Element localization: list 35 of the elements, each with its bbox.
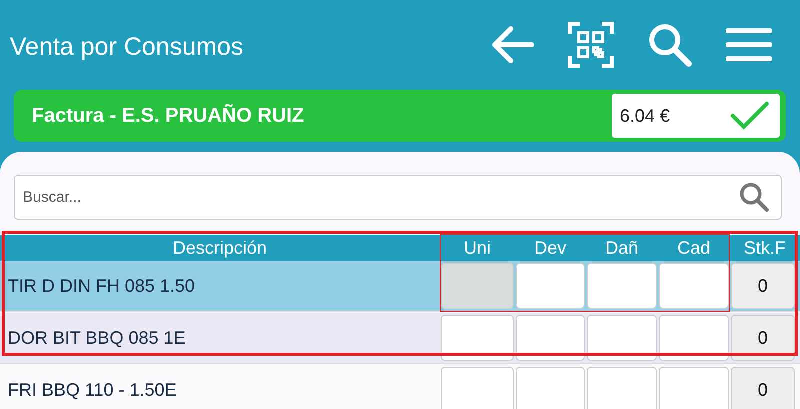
- quantity-input[interactable]: [516, 263, 585, 309]
- product-description: FRI BBQ 110 - 1.50E: [7, 380, 178, 400]
- column-header: Descripción: [172, 238, 268, 258]
- product-description: DOR BIT BBQ 085 1E: [7, 328, 187, 348]
- invoice-label: Factura - E.S. PRUAÑO RUIZ: [32, 104, 304, 128]
- stock-value: 0: [731, 263, 795, 309]
- quantity-input[interactable]: [659, 315, 729, 361]
- quantity-input[interactable]: [516, 367, 585, 409]
- search-icon[interactable]: [648, 23, 692, 67]
- stock-value: 0: [731, 367, 795, 409]
- search-field[interactable]: Buscar...: [14, 175, 782, 220]
- quantity-input[interactable]: [441, 315, 514, 361]
- quantity-input[interactable]: [516, 315, 585, 361]
- quantity-input[interactable]: [659, 263, 729, 309]
- menu-icon[interactable]: [726, 28, 772, 62]
- back-arrow-icon[interactable]: [492, 26, 534, 64]
- table-row[interactable]: DOR BIT BBQ 085 1E 0: [0, 313, 800, 364]
- amount-field[interactable]: 6.04 €: [612, 94, 780, 138]
- quantity-input[interactable]: [587, 315, 657, 361]
- stock-value: 0: [731, 315, 795, 361]
- quantity-input[interactable]: [441, 367, 514, 409]
- app-title: Venta por Consumos: [10, 32, 244, 62]
- quantity-input[interactable]: [587, 263, 657, 309]
- column-header: Stk.F: [742, 238, 787, 258]
- table-row[interactable]: TIR D DIN FH 085 1.50 0: [0, 261, 800, 312]
- qr-scan-icon[interactable]: [568, 22, 614, 68]
- column-header: Uni: [462, 238, 492, 258]
- search-icon[interactable]: [738, 181, 770, 213]
- column-header: Dev: [533, 238, 568, 258]
- quantity-input[interactable]: [659, 367, 729, 409]
- column-header: Dañ: [604, 238, 640, 258]
- product-description: TIR D DIN FH 085 1.50: [7, 276, 196, 296]
- column-header: Cad: [676, 238, 712, 258]
- checkmark-icon[interactable]: [730, 101, 770, 131]
- quantity-input[interactable]: [587, 367, 657, 409]
